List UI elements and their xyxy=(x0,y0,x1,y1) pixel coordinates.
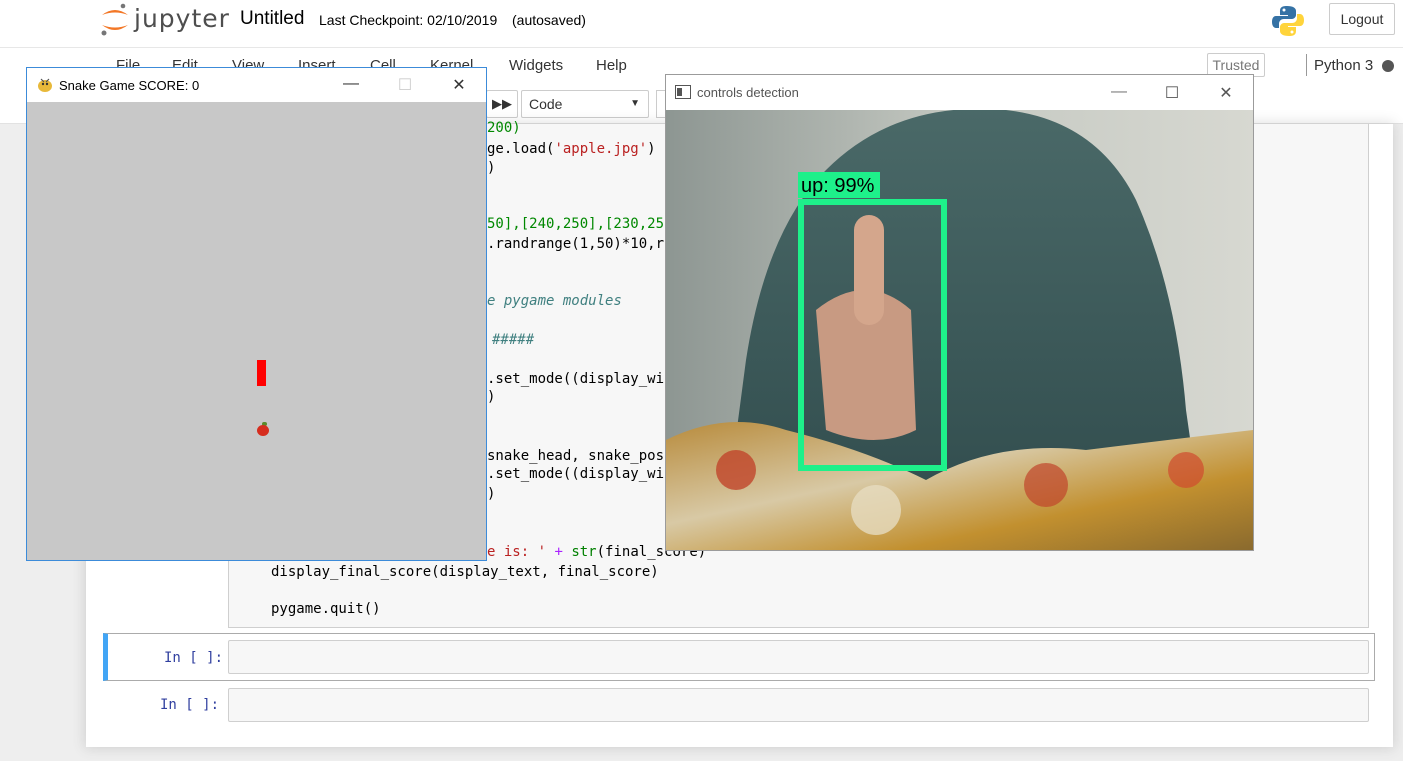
controls-detection-window[interactable]: controls detection — ☐ ✕ up: 99% xyxy=(665,74,1254,551)
notebook-header: jupyter Untitled Last Checkpoint: 02/10/… xyxy=(0,0,1403,48)
kernel-divider xyxy=(1306,54,1307,76)
code-line: display_final_score(display_text, final_… xyxy=(271,564,659,580)
code-line: ) xyxy=(487,486,496,502)
code-comment: e pygame modules xyxy=(487,293,622,309)
python-logo-icon xyxy=(1272,6,1304,36)
code-line: 200) xyxy=(487,120,521,136)
detection-label: up: 99% xyxy=(801,175,875,197)
webcam-feed: up: 99% xyxy=(666,110,1253,550)
cell-prompt: In [ ]: xyxy=(164,650,224,666)
code-cell-input[interactable] xyxy=(228,640,1369,674)
code-cell-input[interactable] xyxy=(228,688,1369,722)
cell-type-select[interactable]: Code ▼ xyxy=(521,90,649,118)
minimize-icon[interactable]: — xyxy=(331,75,371,93)
apple-icon xyxy=(257,425,269,436)
cell-prompt: In [ ]: xyxy=(160,697,220,713)
maximize-icon[interactable]: ☐ xyxy=(1152,83,1192,103)
snake-game-window[interactable]: Snake Game SCORE: 0 — ☐ ✕ xyxy=(26,67,487,561)
window-title: Snake Game SCORE: 0 xyxy=(59,78,200,93)
code-comment: ##### xyxy=(492,332,535,348)
autosave-status: (autosaved) xyxy=(512,12,586,28)
webcam-frame-image xyxy=(666,110,1253,550)
menu-widgets[interactable]: Widgets xyxy=(509,57,563,74)
code-line: .set_mode((display_wi xyxy=(487,371,665,387)
chevron-down-icon: ▼ xyxy=(630,98,640,109)
code-line: .set_mode((display_wi xyxy=(487,466,665,482)
fast-forward-icon[interactable]: ▶▶ xyxy=(486,90,518,118)
close-icon[interactable]: ✕ xyxy=(439,75,479,95)
close-icon[interactable]: ✕ xyxy=(1206,83,1246,103)
window-title: controls detection xyxy=(697,85,799,100)
window-titlebar[interactable]: Snake Game SCORE: 0 — ☐ ✕ xyxy=(27,68,486,102)
code-line: ge.load('apple.jpg') xyxy=(487,141,656,157)
kernel-name[interactable]: Python 3 xyxy=(1314,57,1373,74)
code-line: ) xyxy=(487,160,496,176)
code-line: snake_head, snake_pos xyxy=(487,448,665,464)
jupyter-logo-icon[interactable] xyxy=(100,3,130,37)
minimize-icon[interactable]: — xyxy=(1099,83,1139,101)
game-canvas[interactable] xyxy=(27,102,486,560)
code-line: .randrange(1,50)*10,r xyxy=(487,236,665,252)
jupyter-logo-text[interactable]: jupyter xyxy=(134,4,230,33)
window-titlebar[interactable]: controls detection — ☐ ✕ xyxy=(666,75,1253,110)
logout-button[interactable]: Logout xyxy=(1329,3,1395,35)
menu-help[interactable]: Help xyxy=(596,57,627,74)
detection-bounding-box xyxy=(798,199,947,471)
notebook-title[interactable]: Untitled xyxy=(240,8,304,30)
checkpoint-status: Last Checkpoint: 02/10/2019 xyxy=(319,12,498,28)
kernel-status-icon xyxy=(1382,60,1394,72)
window-app-icon xyxy=(675,85,691,99)
code-line: pygame.quit() xyxy=(271,601,381,617)
code-line: ) xyxy=(487,389,496,405)
cell-type-value: Code xyxy=(529,96,563,112)
snake xyxy=(257,360,266,386)
pygame-snake-icon xyxy=(38,78,52,92)
code-line: 50],[240,250],[230,25 xyxy=(487,216,665,232)
maximize-icon[interactable]: ☐ xyxy=(385,75,425,95)
